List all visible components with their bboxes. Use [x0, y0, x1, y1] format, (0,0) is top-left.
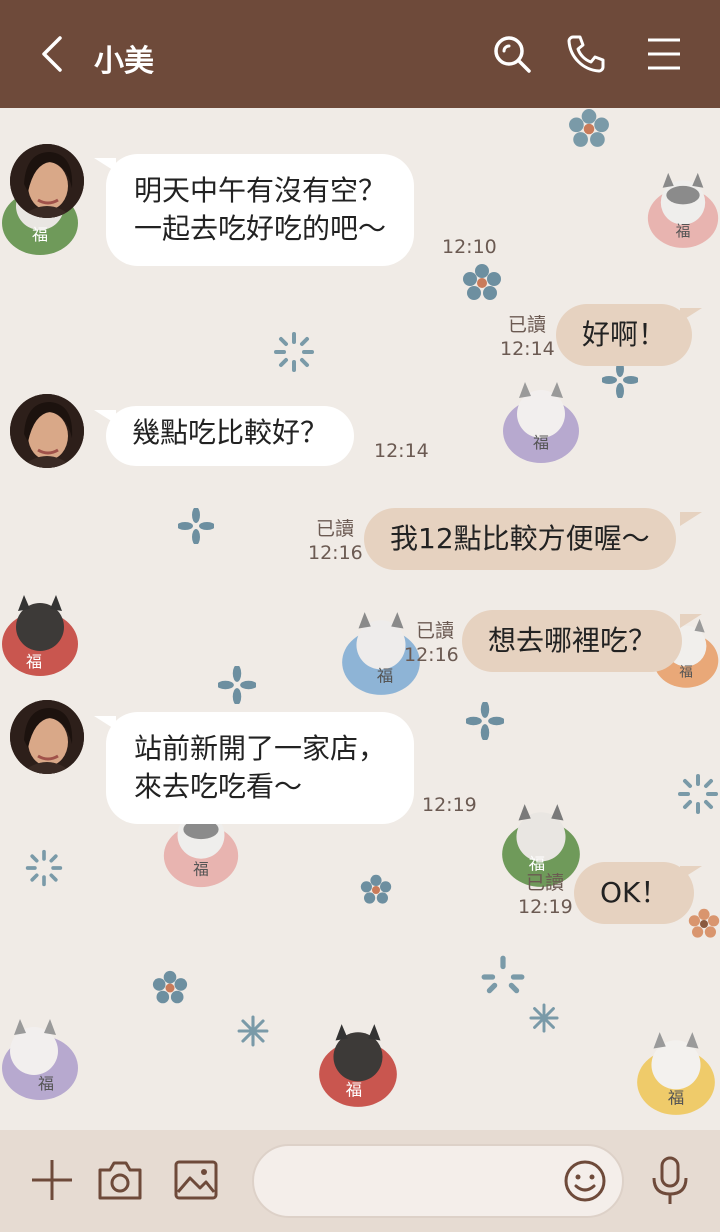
message-bubble-incoming[interactable]: 幾點吃比較好？	[106, 406, 355, 466]
camera-icon[interactable]	[92, 1152, 148, 1208]
avatar[interactable]	[10, 700, 84, 774]
bubble-tail	[680, 866, 702, 880]
flower-icon	[688, 908, 720, 938]
message-time: 12:14	[374, 440, 429, 462]
flower-icon	[360, 874, 392, 904]
message-bubble-outgoing[interactable]: 我12點比較方便喔～	[364, 508, 676, 570]
message-composer	[0, 1130, 720, 1232]
sparkle-icon	[529, 1003, 559, 1033]
daruma-label: 福	[346, 1081, 362, 1100]
daruma-label: 福	[26, 652, 42, 671]
daruma-label: 福	[668, 1089, 684, 1108]
message-time: 12:16	[308, 542, 363, 564]
avatar[interactable]	[10, 394, 84, 468]
flower-icon	[569, 109, 609, 147]
message-time: 12:14	[500, 338, 555, 360]
message-input[interactable]	[274, 1160, 554, 1202]
daruma-cat-red: 福	[2, 595, 78, 676]
daruma-label: 福	[533, 433, 549, 452]
mic-icon[interactable]	[642, 1152, 698, 1208]
sparkle-icon	[237, 1015, 269, 1047]
flower-icon	[152, 970, 188, 1004]
read-receipt: 已讀	[525, 872, 564, 894]
daruma-label: 福	[679, 665, 693, 681]
petal-icon	[602, 362, 638, 398]
bubble-tail	[680, 614, 702, 628]
message-bubble-incoming[interactable]: 站前新開了一家店， 來去吃吃看～	[106, 712, 415, 824]
message-bubble-outgoing[interactable]: OK！	[574, 862, 695, 924]
menu-icon[interactable]	[642, 32, 686, 76]
daruma-cat-pink: 福	[647, 172, 719, 248]
daruma-label: 福	[676, 223, 691, 240]
daruma-cat-red: 福	[319, 1024, 397, 1107]
petal-icon	[178, 508, 214, 544]
search-icon[interactable]	[490, 32, 534, 76]
flower-icon	[463, 264, 501, 300]
message-bubble-outgoing[interactable]: 好啊！	[556, 304, 693, 366]
daruma-label: 福	[377, 667, 393, 686]
avatar[interactable]	[10, 144, 84, 218]
image-icon[interactable]	[168, 1152, 224, 1208]
sparkle-icon	[678, 774, 718, 814]
read-receipt: 已讀	[315, 518, 354, 540]
read-receipt: 已讀	[507, 314, 546, 336]
emoji-icon[interactable]	[562, 1158, 608, 1204]
sparkle-icon	[274, 332, 314, 372]
message-input-box[interactable]	[252, 1144, 624, 1218]
message-bubble-incoming[interactable]: 明天中午有沒有空？ 一起去吃好吃的吧～	[106, 154, 415, 266]
message-time: 12:10	[442, 236, 497, 258]
phone-icon[interactable]	[564, 32, 608, 76]
bubble-tail	[680, 308, 702, 322]
daruma-cat-purple: 福	[503, 382, 579, 463]
petal-icon	[218, 666, 256, 704]
chat-header: 小美	[0, 0, 720, 108]
chat-title: 小美	[94, 44, 154, 79]
message-time: 12:19	[422, 794, 477, 816]
daruma-cat-yellow: 福	[637, 1032, 715, 1115]
daruma-label: 福	[32, 225, 48, 244]
petal-icon	[466, 702, 504, 740]
back-icon[interactable]	[36, 34, 68, 74]
message-time: 12:19	[518, 896, 573, 918]
daruma-cat-purple: 福	[2, 1019, 78, 1100]
sparkle-icon	[481, 955, 525, 994]
daruma-label: 福	[193, 859, 209, 878]
plus-icon[interactable]	[24, 1152, 80, 1208]
message-time: 12:16	[404, 644, 459, 666]
read-receipt: 已讀	[415, 620, 454, 642]
message-bubble-outgoing[interactable]: 想去哪裡吃？	[462, 610, 683, 672]
daruma-label: 福	[38, 1074, 54, 1093]
bubble-tail	[680, 512, 702, 526]
chat-area[interactable]: 福 福 福 福 福 福 福 福 福 福 福 明天中午有沒有空？ 一起去吃好吃的吧…	[0, 108, 720, 1130]
sparkle-icon	[25, 849, 63, 887]
